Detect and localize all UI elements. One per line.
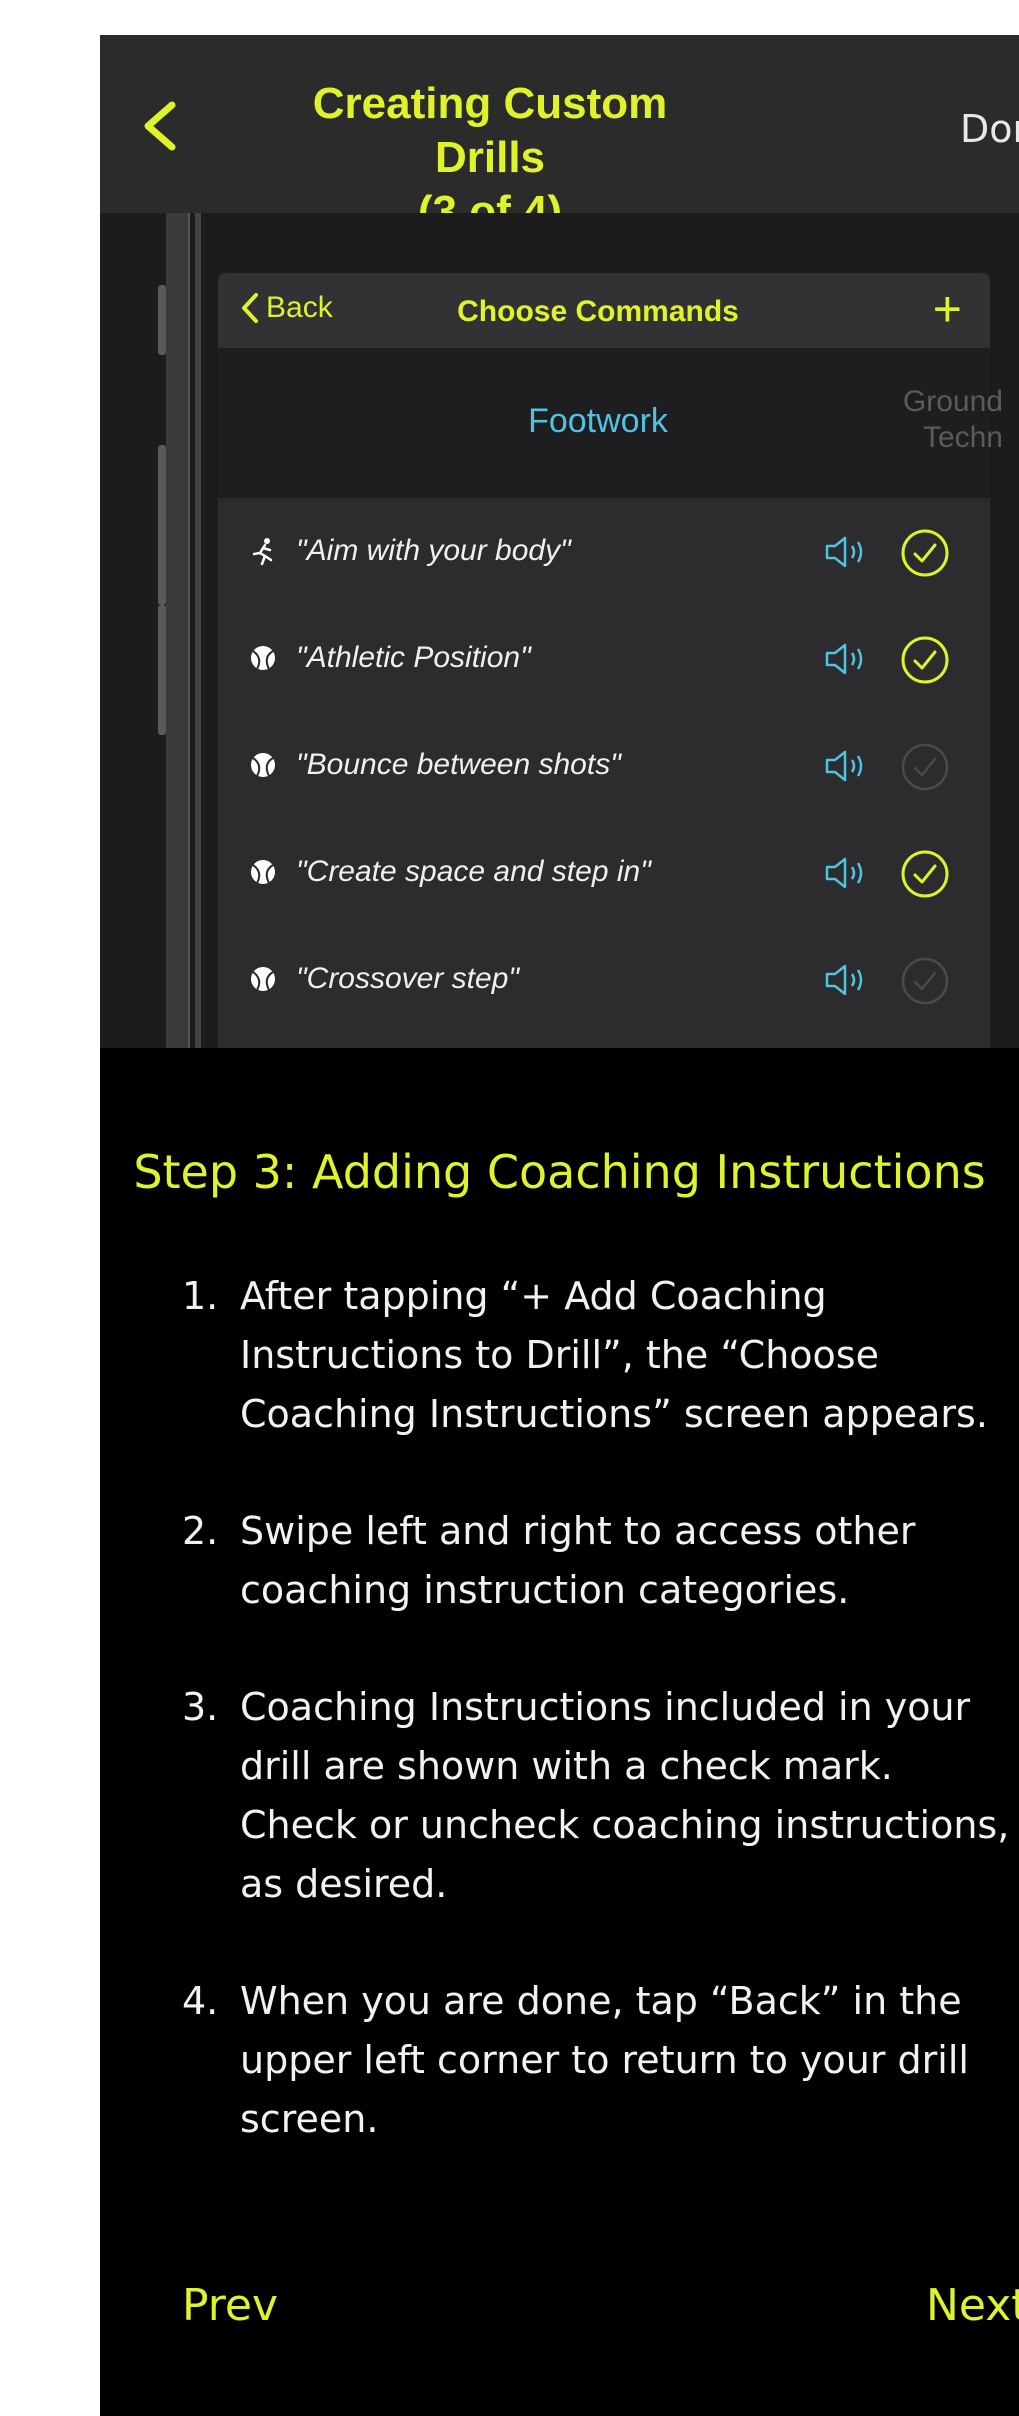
side-button <box>158 605 166 735</box>
speaker-icon[interactable] <box>823 641 873 677</box>
phone-frame <box>166 213 190 1048</box>
chevron-left-icon <box>242 293 258 323</box>
ball-icon <box>251 967 275 991</box>
example-screenshot: Back Choose Commands + Footwork Ground T… <box>100 213 1019 1048</box>
tab-footwork[interactable]: Footwork <box>398 402 798 441</box>
side-button <box>158 445 166 605</box>
step-text: Coaching Instructions included in your d… <box>240 1685 1010 1906</box>
tab-ground-technique[interactable]: Ground Techn <box>873 384 1003 456</box>
command-row[interactable]: "Crossover step" <box>218 926 990 1033</box>
list-item: 3. Coaching Instructions included in you… <box>182 1678 1012 1914</box>
phone-frame-inner <box>195 213 201 1048</box>
command-text: "Crossover step" <box>296 962 520 995</box>
back-button[interactable]: Back <box>240 291 333 325</box>
tab-next-line2: Techn <box>922 421 1003 454</box>
ball-icon <box>251 860 275 884</box>
command-text: "Athletic Position" <box>296 641 531 674</box>
speaker-icon[interactable] <box>823 534 873 570</box>
speaker-icon[interactable] <box>823 748 873 784</box>
runner-icon <box>252 538 273 566</box>
speaker-icon[interactable] <box>823 855 873 891</box>
check-circle-icon[interactable] <box>900 849 950 899</box>
check-circle-icon[interactable] <box>900 635 950 685</box>
ball-icon <box>251 646 275 670</box>
step-number: 4. <box>182 1979 219 2023</box>
tutorial-screen: Creating Custom Drills (3 of 4) Done Bac… <box>100 35 1019 2416</box>
command-text: "Aim with your body" <box>296 534 571 567</box>
list-item: 1. After tapping “+ Add Coaching Instruc… <box>182 1267 1012 1444</box>
step-number: 1. <box>182 1274 219 1318</box>
step-number: 3. <box>182 1685 219 1729</box>
back-label: Back <box>266 291 333 324</box>
tab-next-line1: Ground <box>902 385 1003 418</box>
side-button <box>158 285 166 355</box>
step-text: Swipe left and right to access other coa… <box>240 1509 916 1612</box>
ball-icon <box>251 753 275 777</box>
add-button[interactable]: + <box>933 279 962 339</box>
category-tabs: Footwork Ground Techn <box>218 348 1003 498</box>
command-row[interactable]: "Create space and step in" <box>218 819 990 926</box>
header-bar: Creating Custom Drills (3 of 4) Done <box>100 35 1019 236</box>
chevron-left-icon[interactable] <box>140 101 180 151</box>
speaker-icon[interactable] <box>823 962 873 998</box>
command-text: "Create space and step in" <box>296 855 651 888</box>
check-circle-icon[interactable] <box>900 742 950 792</box>
check-circle-icon[interactable] <box>900 528 950 578</box>
instruction-list: 1. After tapping “+ Add Coaching Instruc… <box>182 1267 1012 2207</box>
next-button[interactable]: Next <box>926 2280 1019 2331</box>
check-circle-icon[interactable] <box>900 956 950 1006</box>
command-text: "Bounce between shots" <box>296 748 621 781</box>
list-item: 2. Swipe left and right to access other … <box>182 1502 1012 1620</box>
step-number: 2. <box>182 1509 219 1553</box>
commands-screen: Back Choose Commands + Footwork Ground T… <box>218 273 1003 1048</box>
command-row[interactable]: "Athletic Position" <box>218 605 990 712</box>
commands-title: Choose Commands <box>457 295 739 328</box>
page-title-line1: Creating Custom Drills <box>312 79 668 182</box>
command-row[interactable]: "Bounce between shots" <box>218 712 990 819</box>
done-button[interactable]: Done <box>960 107 1019 151</box>
step-heading: Step 3: Adding Coaching Instructions <box>133 1145 986 1199</box>
prev-button[interactable]: Prev <box>182 2280 278 2331</box>
step-text: After tapping “+ Add Coaching Instructio… <box>240 1274 988 1436</box>
step-text: When you are done, tap “Back” in the upp… <box>240 1979 969 2141</box>
list-item: 4. When you are done, tap “Back” in the … <box>182 1972 1012 2149</box>
commands-nav-bar: Back Choose Commands + <box>218 273 990 348</box>
command-row[interactable]: "Aim with your body" <box>218 498 990 605</box>
